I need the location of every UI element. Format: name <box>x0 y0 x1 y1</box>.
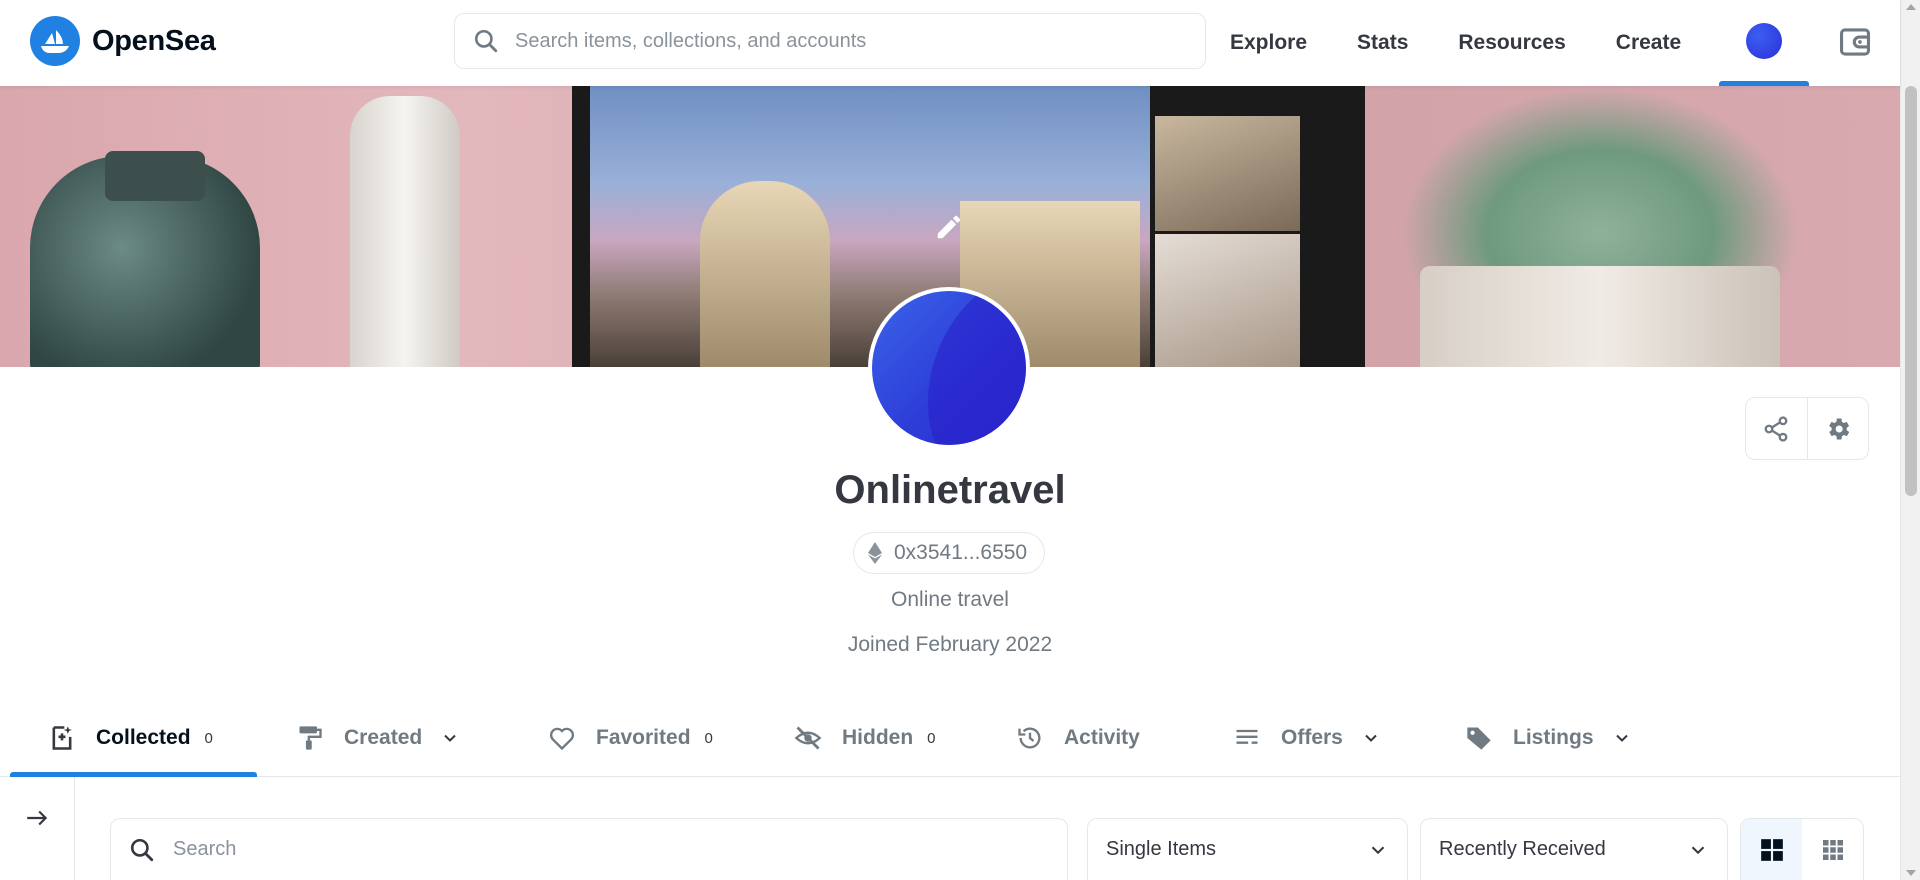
arrow-right-icon <box>27 810 48 826</box>
filter-sidebar-toggle[interactable] <box>0 777 75 880</box>
tab-offers[interactable]: Offers <box>1233 700 1381 776</box>
gear-icon <box>1829 418 1850 439</box>
nav-explore[interactable]: Explore <box>1230 31 1307 55</box>
tab-listings[interactable]: Listings <box>1465 700 1632 776</box>
banner-video-tile <box>1155 234 1300 367</box>
profile-tabs: Collected 0 Created Favorited 0 Hidden 0 <box>0 700 1900 777</box>
ethereum-icon <box>868 542 882 564</box>
large-grid-button[interactable] <box>1741 819 1802 880</box>
profile-bio: Online travel <box>891 588 1009 611</box>
tab-count: 0 <box>927 729 936 747</box>
nav-links: Explore Stats Resources Create <box>1230 0 1731 86</box>
tab-label: Created <box>344 726 423 749</box>
search-icon <box>474 29 498 53</box>
account-avatar-button[interactable] <box>1746 23 1782 59</box>
sort-value: Recently Received <box>1439 838 1606 860</box>
chevron-down-icon <box>1371 846 1385 854</box>
item-type-select[interactable]: Single Items <box>1087 818 1408 880</box>
items-search-input[interactable]: Search <box>110 818 1068 880</box>
opensea-logo-icon <box>30 16 80 66</box>
paint-roller-icon <box>299 726 322 750</box>
nav-resources[interactable]: Resources <box>1458 31 1565 55</box>
tab-created[interactable]: Created <box>296 700 460 776</box>
banner-succulent <box>1400 86 1800 296</box>
tab-collected[interactable]: Collected 0 <box>48 700 213 776</box>
joined-date: Joined February 2022 <box>847 633 1053 656</box>
tag-icon <box>1467 727 1491 750</box>
tab-count: 0 <box>204 729 213 747</box>
list-icon <box>1236 729 1258 744</box>
edit-banner-icon[interactable] <box>934 212 964 242</box>
small-grid-button[interactable] <box>1802 819 1863 880</box>
tab-label: Offers <box>1281 726 1343 749</box>
page-scrollbar[interactable] <box>1900 0 1920 880</box>
opensea-logo[interactable]: OpenSea <box>30 16 216 66</box>
tab-label: Favorited <box>596 726 691 749</box>
small-grid-icon <box>1822 840 1843 860</box>
chevron-down-icon <box>1615 734 1628 742</box>
profile-actions <box>1745 397 1869 460</box>
tab-label: Activity <box>1064 726 1140 749</box>
heart-icon <box>549 727 575 751</box>
tab-label: Hidden <box>842 726 914 749</box>
share-icon <box>1765 415 1788 442</box>
share-button[interactable] <box>1746 398 1807 459</box>
profile-avatar[interactable] <box>868 287 1030 449</box>
scroll-down-arrow[interactable] <box>1906 870 1916 876</box>
profile-name: Onlinetravel <box>834 468 1066 512</box>
tab-label: Listings <box>1513 726 1594 749</box>
tab-count: 0 <box>704 729 713 747</box>
global-search-input[interactable]: Search items, collections, and accounts <box>454 13 1206 69</box>
item-type-value: Single Items <box>1106 838 1217 860</box>
grid-view-toggle <box>1740 818 1864 880</box>
top-nav: OpenSea Search items, collections, and a… <box>0 0 1900 86</box>
chevron-down-icon <box>1691 846 1705 854</box>
wallet-address-button[interactable]: 0x3541...6550 <box>853 532 1045 574</box>
sort-select[interactable]: Recently Received <box>1420 818 1728 880</box>
history-icon <box>1018 727 1041 749</box>
nav-create[interactable]: Create <box>1616 31 1681 55</box>
collected-icon <box>52 726 72 750</box>
search-icon <box>130 838 154 861</box>
tab-favorited[interactable]: Favorited 0 <box>548 700 713 776</box>
scroll-up-arrow[interactable] <box>1906 4 1916 10</box>
search-placeholder: Search items, collections, and accounts <box>515 29 867 52</box>
large-grid-icon <box>1760 839 1783 861</box>
scrollbar-thumb[interactable] <box>1905 86 1917 496</box>
banner-candlestick <box>350 96 460 367</box>
active-nav-indicator <box>1719 81 1809 86</box>
tab-label: Collected <box>96 726 191 749</box>
banner-video-tile <box>1155 116 1300 231</box>
brand-name: OpenSea <box>92 24 216 57</box>
wallet-icon[interactable] <box>1838 25 1872 59</box>
banner-plant-pot <box>1420 266 1780 367</box>
items-search-placeholder: Search <box>173 838 237 860</box>
tab-hidden[interactable]: Hidden 0 <box>794 700 936 776</box>
settings-button[interactable] <box>1806 398 1868 459</box>
nav-stats[interactable]: Stats <box>1357 31 1408 55</box>
wallet-address: 0x3541...6550 <box>894 541 1028 564</box>
chevron-down-icon <box>1365 734 1377 742</box>
chevron-down-icon <box>444 734 456 742</box>
eye-off-icon <box>794 726 822 750</box>
tab-activity[interactable]: Activity <box>1016 700 1140 776</box>
